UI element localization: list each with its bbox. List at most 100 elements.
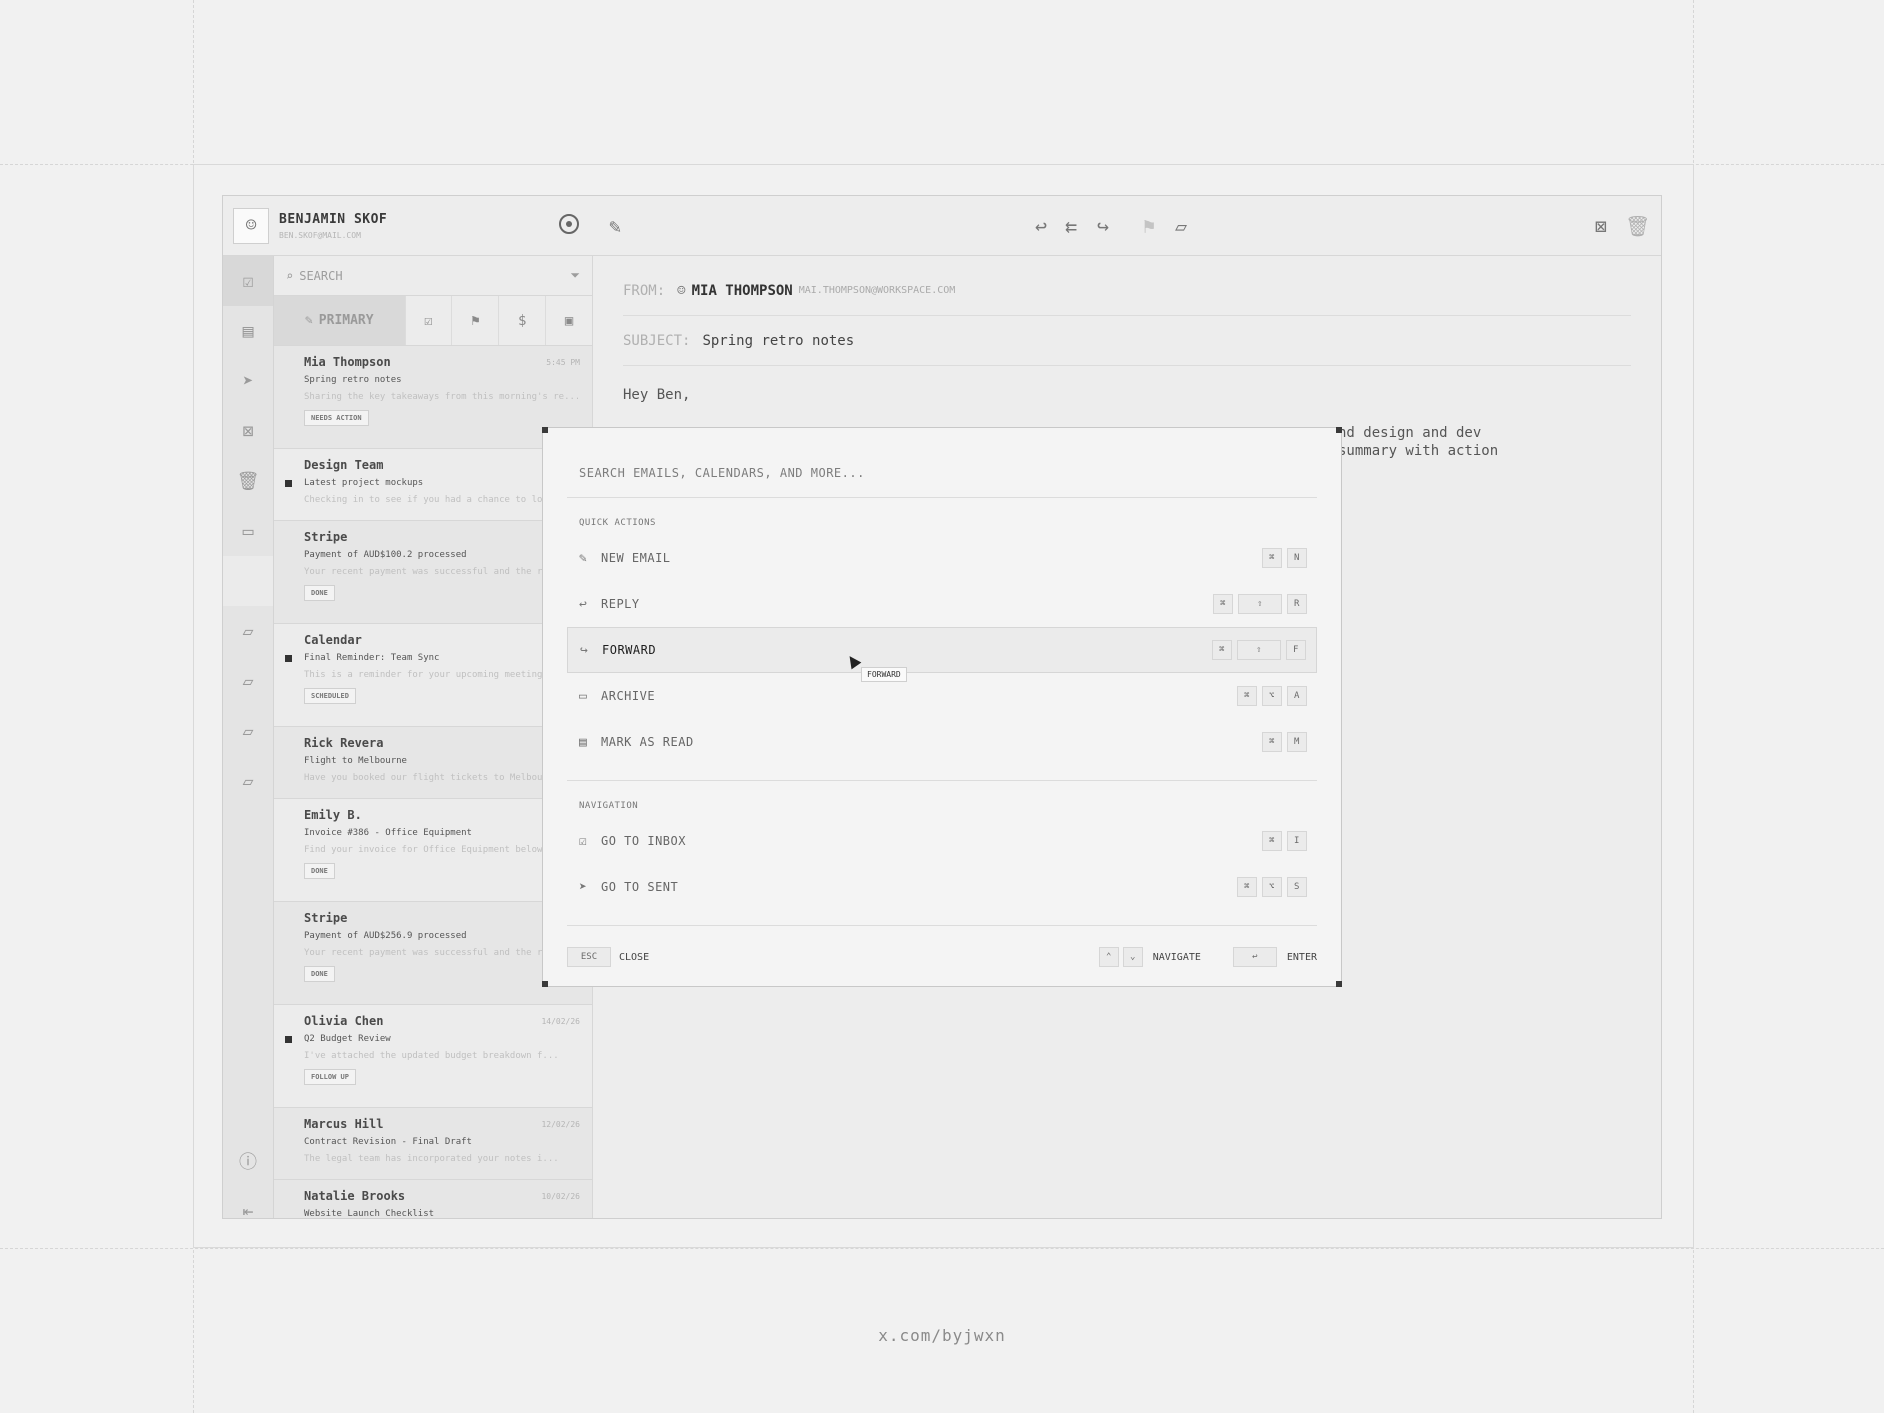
tab-flagged-icon[interactable]: ⚑ (451, 296, 498, 345)
shortcut-key: N (1287, 548, 1307, 568)
email-subject: Flight to Melbourne (304, 756, 407, 766)
shortcut-key: F (1286, 640, 1306, 660)
enter-label: ENTER (1286, 951, 1317, 963)
drafts-icon[interactable]: ▤ (223, 306, 273, 356)
status-badge[interactable]: DONE (304, 966, 335, 982)
shortcut-key: ⌘ (1237, 877, 1257, 897)
folder-icon[interactable]: ▱ (223, 656, 273, 706)
tab-tasks-icon[interactable]: ☑ (404, 296, 452, 345)
shortcut-key: R (1287, 594, 1307, 614)
inbox-icon: ☑ (579, 833, 588, 849)
email-time: 12/02/26 (541, 1120, 580, 1129)
from-email: MAI.THOMPSON@WORKSPACE.COM (798, 285, 956, 296)
folder-icon[interactable]: ▱ (223, 756, 273, 806)
navigate-label: NAVIGATE (1152, 951, 1201, 963)
move-to-folder-icon[interactable]: ▱ (1175, 214, 1187, 238)
search-bar[interactable]: ⌕ SEARCH ⏷ (274, 256, 592, 296)
email-body-line: nd design and dev (1338, 425, 1482, 441)
email-sender: Calendar (304, 633, 362, 647)
info-icon[interactable]: ⓘ (223, 1136, 273, 1186)
email-preview: The legal team has incorporated your not… (304, 1154, 559, 1164)
arrow-up-icon[interactable]: ⌃ (1098, 947, 1119, 967)
shortcut-key: I (1287, 831, 1307, 851)
email-time: 10/02/26 (541, 1192, 580, 1201)
email-sender: Emily B. (304, 808, 362, 822)
command-reply[interactable]: ↩ REPLY ⌘ ⇧ R (567, 581, 1317, 627)
tab-finance-icon[interactable]: $ (498, 296, 545, 345)
list-item[interactable]: Olivia Chen 14/02/26 Q2 Budget Review I'… (274, 1005, 592, 1108)
email-body: Hey Ben, (623, 386, 690, 404)
email-preview: I've attached the updated budget breakdo… (304, 1051, 559, 1061)
sent-icon: ➤ (579, 879, 588, 895)
email-subject: Q2 Budget Review (304, 1034, 391, 1044)
email-preview: Find your invoice for Office Equipment b… (304, 845, 543, 855)
email-greeting: Hey Ben, (623, 387, 691, 403)
credit-text: x.com/byjwxn (878, 1326, 1006, 1345)
mark-spam-icon[interactable]: ⊠ (1595, 214, 1607, 238)
forward-icon[interactable]: ↪ (1097, 214, 1109, 238)
new-email-icon: ✎ (579, 550, 588, 566)
email-body-line: summary with action (1338, 443, 1499, 459)
command-mark-as-read[interactable]: ▤ MARK AS READ ⌘ M (567, 719, 1317, 765)
tab-inbox-icon[interactable]: ▣ (545, 296, 592, 345)
archive-icon: ▭ (579, 688, 588, 704)
reply-all-icon[interactable]: ⇇ (1065, 214, 1077, 238)
shortcut-key: ⌘ (1262, 831, 1282, 851)
trash-icon[interactable]: 🗑 (223, 456, 273, 506)
email-sender: Natalie Brooks (304, 1189, 406, 1203)
logout-icon[interactable]: ⇤ (223, 1186, 273, 1219)
flag-icon[interactable]: ⚑ (1143, 214, 1155, 238)
email-sender: Stripe (304, 530, 348, 544)
email-preview: Your recent payment was successful and t… (304, 948, 543, 958)
command-label: GO TO INBOX (601, 834, 686, 848)
arrow-down-icon[interactable]: ⌄ (1122, 947, 1143, 967)
inbox-icon[interactable]: ☑ (223, 256, 273, 306)
email-body-visible: nd design and dev summary with action (1338, 424, 1498, 460)
search-input[interactable]: SEARCH (299, 269, 342, 283)
filter-icon[interactable]: ⏷ (570, 268, 580, 283)
status-badge[interactable]: DONE (304, 585, 335, 601)
esc-key[interactable]: ESC (567, 947, 611, 967)
guide-line (0, 1248, 1884, 1249)
folder-icon[interactable]: ▱ (223, 606, 273, 656)
command-label: REPLY (601, 597, 640, 611)
email-sender: Design Team (304, 458, 384, 472)
search-icon: ⌕ (286, 268, 294, 283)
forward-icon: ↪ (580, 642, 589, 658)
list-item[interactable]: Marcus Hill 12/02/26 Contract Revision -… (274, 1108, 592, 1180)
from-field: FROM: ☺ MIA THOMPSON MAI.THOMPSON@WORKSP… (623, 266, 1631, 316)
sender-avatar-icon: ☺ (677, 282, 686, 299)
enter-key-icon[interactable]: ↩ (1232, 947, 1277, 967)
status-badge[interactable]: DONE (304, 863, 335, 879)
command-label: GO TO SENT (601, 880, 679, 894)
email-subject: Spring retro notes (304, 375, 402, 385)
command-search-input[interactable]: SEARCH EMAILS, CALENDARS, AND MORE... (567, 448, 1317, 498)
status-badge[interactable]: FOLLOW UP (304, 1069, 356, 1085)
command-archive[interactable]: ▭ ARCHIVE ⌘ ⌥ A (567, 673, 1317, 719)
command-go-to-sent[interactable]: ➤ GO TO SENT ⌘ ⌥ S (567, 864, 1317, 910)
delete-icon[interactable]: 🗑 (1625, 214, 1650, 238)
tab-primary[interactable]: ✎ PRIMARY (274, 296, 405, 345)
close-label: CLOSE (619, 951, 650, 963)
command-go-to-inbox[interactable]: ☑ GO TO INBOX ⌘ I (567, 818, 1317, 864)
list-item[interactable]: Natalie Brooks 10/02/26 Website Launch C… (274, 1180, 592, 1218)
shortcut-key: ⇧ (1238, 594, 1282, 614)
command-forward[interactable]: ↪ FORWARD ⌘ ⇧ F (567, 627, 1317, 673)
new-email-icon[interactable]: ✎ (609, 214, 621, 238)
avatar[interactable]: ☺ (233, 207, 269, 244)
status-badge[interactable]: NEEDS ACTION (304, 410, 369, 426)
email-subject: Payment of AUD$256.9 processed (304, 931, 467, 941)
command-label: MARK AS READ (601, 735, 694, 749)
email-preview: Sharing the key takeaways from this morn… (304, 392, 578, 402)
spam-icon[interactable]: ⊠ (223, 406, 273, 456)
settings-icon[interactable] (559, 214, 579, 234)
archive-icon[interactable]: ▭ (223, 506, 273, 556)
status-badge[interactable]: SCHEDULED (304, 688, 356, 704)
command-new-email[interactable]: ✎ NEW EMAIL ⌘ N (567, 535, 1317, 581)
sent-icon[interactable]: ➤ (223, 356, 273, 406)
folder-icon[interactable]: ▱ (223, 706, 273, 756)
email-subject: Latest project mockups (304, 478, 424, 488)
reply-icon[interactable]: ↩ (1035, 214, 1047, 238)
unread-indicator (285, 480, 292, 487)
shortcut-key: ⇧ (1237, 640, 1281, 660)
